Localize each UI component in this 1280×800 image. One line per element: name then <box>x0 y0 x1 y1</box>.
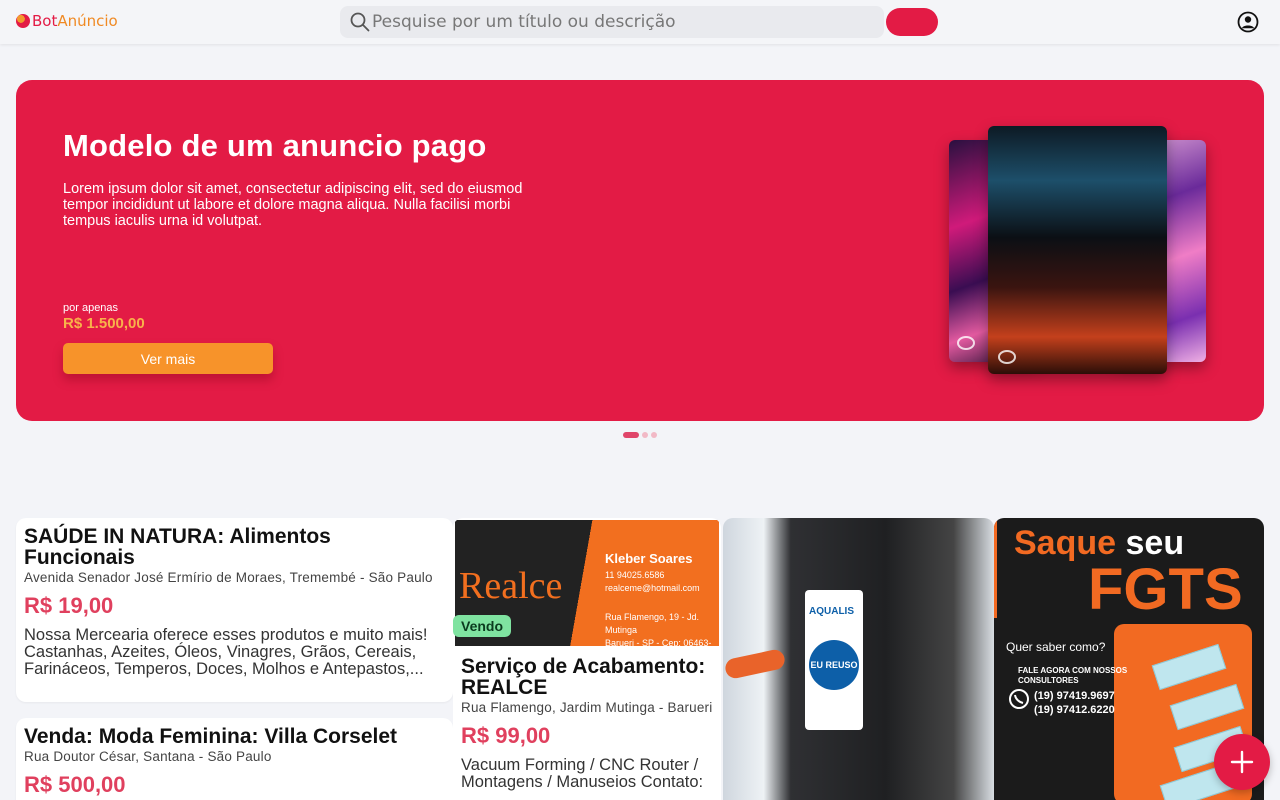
search-input[interactable] <box>372 6 872 38</box>
listing-body: Serviço de Acabamento: REALCE Rua Flamen… <box>461 656 717 791</box>
business-card-info: Kleber Soares 11 94025.6586 realceme@hot… <box>605 552 719 663</box>
fgts-phone-2: (19) 97412.6220 <box>1034 704 1115 716</box>
user-account-icon[interactable] <box>1236 10 1260 34</box>
tank-sticker-label: EU REUSO <box>809 640 859 690</box>
whatsapp-icon <box>1008 688 1030 714</box>
banknote <box>1151 643 1227 691</box>
listing-address: Rua Doutor César, Santana - São Paulo <box>24 749 272 764</box>
logo-text-bot: Bot <box>32 12 58 30</box>
app-logo[interactable]: Bot Anúncio <box>16 12 118 30</box>
banner-artwork-main <box>988 126 1167 374</box>
search-bar <box>340 6 884 38</box>
banner-description: Lorem ipsum dolor sit amet, consectetur … <box>63 181 523 229</box>
logo-text-anuncio: Anúncio <box>57 12 118 30</box>
top-header: Bot Anúncio <box>0 0 1280 44</box>
listing-card[interactable]: Venda: Moda Feminina: Villa Corselet Rua… <box>16 718 453 800</box>
artwork-logo-icon <box>957 336 975 350</box>
listing-card-image[interactable]: AQUALIS EU REUSO <box>723 518 994 800</box>
carousel-dot-1[interactable] <box>623 432 639 438</box>
business-card-address-1: Rua Flamengo, 19 - Jd. Mutinga <box>605 612 700 635</box>
realce-logo: Realce <box>459 565 563 607</box>
banner-title: Modelo de um anuncio pago <box>63 128 487 163</box>
listing-card[interactable]: Realce Kleber Soares 11 94025.6586 realc… <box>453 518 721 800</box>
tank-brand: AQUALIS <box>809 606 854 617</box>
banner-price: R$ 1.500,00 <box>63 315 145 332</box>
fgts-cta: FALE AGORA COM NOSSOS CONSULTORES <box>1018 666 1128 685</box>
listing-title: SAÚDE IN NATURA: Alimentos Funcionais <box>24 525 331 569</box>
carousel-indicators <box>623 432 657 438</box>
listing-badge: Vendo <box>453 615 512 637</box>
listing-description: Nossa Mercearia oferece esses produtos e… <box>24 627 428 678</box>
tank-tap <box>723 647 787 681</box>
promo-banner[interactable]: Modelo de um anuncio pago Lorem ipsum do… <box>16 80 1264 421</box>
add-listing-button[interactable] <box>1214 734 1270 790</box>
business-card-name: Kleber Soares <box>605 551 693 566</box>
plus-icon <box>1230 750 1254 774</box>
listing-price: R$ 19,00 <box>24 593 114 618</box>
listing-price: R$ 99,00 <box>461 723 551 748</box>
business-card-email: realceme@hotmail.com <box>605 583 700 593</box>
listing-title: Venda: Moda Feminina: Villa Corselet <box>24 725 398 748</box>
banner-price-label: por apenas <box>63 302 119 314</box>
business-card-phone: 11 94025.6586 <box>605 570 665 580</box>
fgts-question: Quer saber como? <box>1006 640 1106 654</box>
fgts-border-accent <box>994 518 1012 618</box>
artwork-logo-icon <box>998 350 1016 364</box>
carousel-dot-3[interactable] <box>651 432 657 438</box>
search-button[interactable] <box>886 8 938 36</box>
listing-title: Serviço de Acabamento: REALCE <box>461 655 706 699</box>
carousel-dot-2[interactable] <box>642 432 648 438</box>
listing-card[interactable]: SAÚDE IN NATURA: Alimentos Funcionais Av… <box>16 518 453 702</box>
listing-address: Avenida Senador José Ermírio de Moraes, … <box>24 570 433 585</box>
banknote <box>1169 683 1245 731</box>
banner-cta-button[interactable]: Ver mais <box>63 343 273 374</box>
fgts-headline-2: FGTS <box>1088 557 1243 622</box>
fgts-phone-1: (19) 97419.9697 <box>1034 690 1115 702</box>
listing-price: R$ 500,00 <box>24 772 126 797</box>
search-icon <box>340 6 370 38</box>
listing-description: Vacuum Forming / CNC Router / Montagens … <box>461 757 704 791</box>
listing-address: Rua Flamengo, Jardim Mutinga - Barueri <box>461 700 713 715</box>
logo-icon <box>16 14 30 28</box>
